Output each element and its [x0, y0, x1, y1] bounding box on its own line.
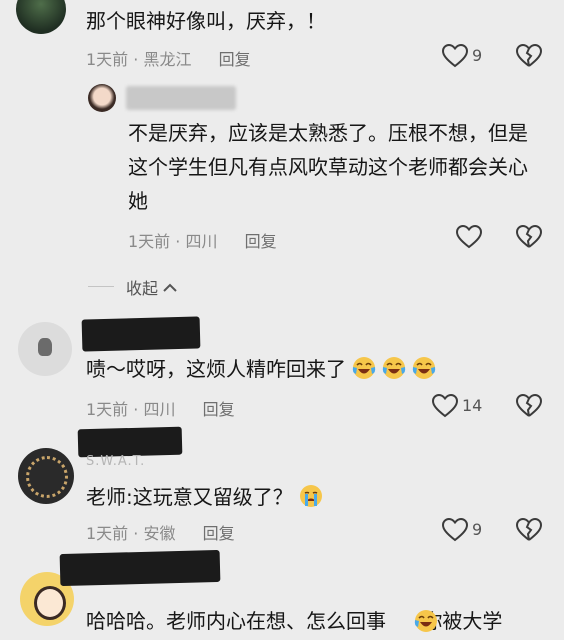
- laughing-crying-emoji: [382, 356, 406, 380]
- avatar-ring: [26, 456, 68, 498]
- reply-button[interactable]: 回复: [203, 400, 235, 419]
- comment-text: 啧～哎呀，这烦人精咋回来了: [86, 352, 442, 386]
- username-fragment: S.W.A.T.: [86, 454, 146, 469]
- heart-outline-icon[interactable]: [456, 225, 482, 249]
- redacted-username: [126, 86, 236, 110]
- collapse-replies-button[interactable]: 收起: [126, 275, 177, 299]
- heart-outline-icon[interactable]: [442, 44, 468, 68]
- like-count: 9: [472, 520, 483, 539]
- laughing-crying-emoji: [352, 356, 376, 380]
- comment-time: 1天前: [86, 400, 129, 419]
- comment-time: 1天前: [128, 232, 171, 251]
- reply-button[interactable]: 回复: [203, 524, 235, 543]
- broken-heart-icon[interactable]: [516, 225, 542, 249]
- avatar-figure: [38, 338, 52, 356]
- broken-heart-icon[interactable]: [516, 394, 542, 418]
- laughing-crying-emoji: [412, 356, 436, 380]
- crying-emoji: [299, 484, 323, 508]
- reply-button[interactable]: 回复: [219, 50, 251, 69]
- chevron-up-icon: [163, 283, 177, 293]
- comment-text: 那个眼神好像叫，厌弃，！: [86, 9, 326, 33]
- avatar[interactable]: [18, 448, 74, 504]
- comment-dot: ·: [175, 232, 181, 251]
- heart-outline-icon[interactable]: [442, 518, 468, 542]
- redacted-username: [77, 426, 183, 458]
- comment-dot: ·: [133, 50, 139, 69]
- comment-meta: 1天前 · 四川 回复: [86, 396, 235, 420]
- avatar[interactable]: [16, 0, 66, 34]
- reply-avatar[interactable]: [88, 84, 116, 112]
- laughing-emoji: [414, 609, 438, 633]
- comment-text-content: 啧～哎呀，这烦人精咋回来了: [86, 357, 346, 381]
- like-count: 14: [462, 396, 483, 415]
- comment-text-content: 老师:这玩意又留级了？: [86, 485, 293, 509]
- comment-location: 四川: [185, 232, 218, 251]
- comment-location: 四川: [143, 400, 176, 419]
- comment-time: 1天前: [86, 50, 129, 69]
- broken-heart-icon[interactable]: [516, 44, 542, 68]
- comment-text: 不是厌弃，应该是太熟悉了。压根不想，但是这个学生但凡有点风吹草动这个老师都会关心…: [128, 121, 528, 213]
- comment-meta: 1天前 · 黑龙江 回复: [86, 46, 251, 70]
- broken-heart-icon[interactable]: [516, 518, 542, 542]
- comment-time: 1天前: [86, 524, 129, 543]
- comment-dot: ·: [133, 524, 139, 543]
- collapse-label: 收起: [126, 279, 159, 298]
- comment-location: 安徽: [143, 524, 176, 543]
- collapse-divider: [88, 286, 114, 287]
- comment-meta: 1天前 · 四川 回复: [128, 228, 277, 252]
- redacted-username: [81, 316, 201, 352]
- comment-location: 黑龙江: [143, 50, 192, 69]
- comment-text: 哈哈哈。老师内心在想、怎么回事 你被大学: [86, 604, 502, 638]
- comment-text: 老师:这玩意又留级了？: [86, 480, 329, 514]
- redacted-username: [59, 549, 221, 587]
- like-count: 9: [472, 46, 483, 65]
- comment-dot: ·: [133, 400, 139, 419]
- reply-button[interactable]: 回复: [245, 232, 277, 251]
- comment-meta: 1天前 · 安徽 回复: [86, 520, 235, 544]
- comment-text-content: 哈哈哈。老师内心在想、怎么回事: [86, 609, 386, 633]
- heart-outline-icon[interactable]: [432, 394, 458, 418]
- avatar[interactable]: [18, 322, 72, 376]
- avatar-face: [34, 586, 66, 620]
